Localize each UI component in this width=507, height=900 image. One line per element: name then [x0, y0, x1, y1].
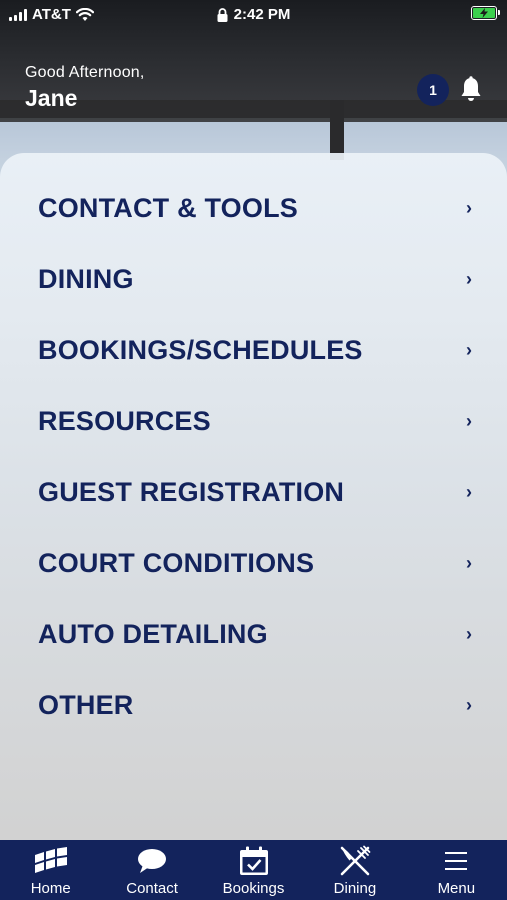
- battery-charging-icon: [471, 6, 500, 20]
- tab-label: Dining: [333, 880, 377, 897]
- menu-item-bookings-schedules[interactable]: BOOKINGS/SCHEDULES ›: [38, 325, 477, 375]
- menu-item-label: GUEST REGISTRATION: [38, 476, 345, 507]
- greeting-text: Good Afternoon,: [25, 64, 145, 81]
- background-post: [330, 100, 344, 160]
- menu-item-label: AUTO DETAILING: [38, 618, 268, 649]
- tab-menu[interactable]: Menu: [406, 840, 507, 900]
- menu-item-label: BOOKINGS/SCHEDULES: [38, 334, 363, 365]
- menu-item-dining[interactable]: DINING ›: [38, 254, 477, 304]
- greeting-block: Good Afternoon, Jane: [25, 64, 145, 112]
- lock-icon: [217, 7, 228, 22]
- tab-dining[interactable]: Dining: [304, 840, 405, 900]
- status-time: 2:42 PM: [233, 6, 291, 23]
- tab-bar: Home Contact Bookings Dining Menu: [0, 840, 507, 900]
- tab-bookings[interactable]: Bookings: [203, 840, 304, 900]
- chat-bubble-icon: [138, 849, 167, 873]
- menu-item-resources[interactable]: RESOURCES ›: [38, 396, 477, 446]
- fork-knife-icon: [340, 845, 371, 876]
- user-name: Jane: [25, 85, 78, 111]
- tab-label: Bookings: [222, 880, 285, 897]
- menu-item-label: OTHER: [38, 689, 134, 720]
- tab-label: Menu: [437, 880, 476, 897]
- chevron-right-icon: ›: [466, 268, 472, 289]
- chevron-right-icon: ›: [466, 481, 472, 502]
- chevron-right-icon: ›: [466, 623, 472, 644]
- menu-item-court-conditions[interactable]: COURT CONDITIONS ›: [38, 538, 477, 588]
- bell-icon[interactable]: [459, 76, 483, 104]
- home-icon: [34, 847, 67, 873]
- chevron-right-icon: ›: [466, 197, 472, 218]
- tab-home[interactable]: Home: [0, 840, 101, 900]
- menu-item-guest-registration[interactable]: GUEST REGISTRATION ›: [38, 467, 477, 517]
- menu-item-other[interactable]: OTHER ›: [38, 680, 477, 730]
- chevron-right-icon: ›: [466, 552, 472, 573]
- menu-item-auto-detailing[interactable]: AUTO DETAILING ›: [38, 609, 477, 659]
- menu-item-label: COURT CONDITIONS: [38, 547, 315, 578]
- notification-badge[interactable]: 1: [417, 74, 449, 106]
- menu-item-label: RESOURCES: [38, 405, 211, 436]
- chevron-right-icon: ›: [466, 410, 472, 431]
- menu-item-label: CONTACT & TOOLS: [38, 192, 298, 223]
- hamburger-icon: [445, 852, 468, 870]
- calendar-check-icon: [239, 846, 268, 875]
- menu-item-label: DINING: [38, 263, 134, 294]
- menu-item-contact-tools[interactable]: CONTACT & TOOLS ›: [38, 183, 477, 233]
- tab-label: Home: [30, 880, 71, 897]
- chevron-right-icon: ›: [466, 339, 472, 360]
- status-bar: AT&T 2:42 PM: [0, 0, 507, 28]
- chevron-right-icon: ›: [466, 694, 472, 715]
- tab-label: Contact: [126, 880, 178, 897]
- tab-contact[interactable]: Contact: [101, 840, 202, 900]
